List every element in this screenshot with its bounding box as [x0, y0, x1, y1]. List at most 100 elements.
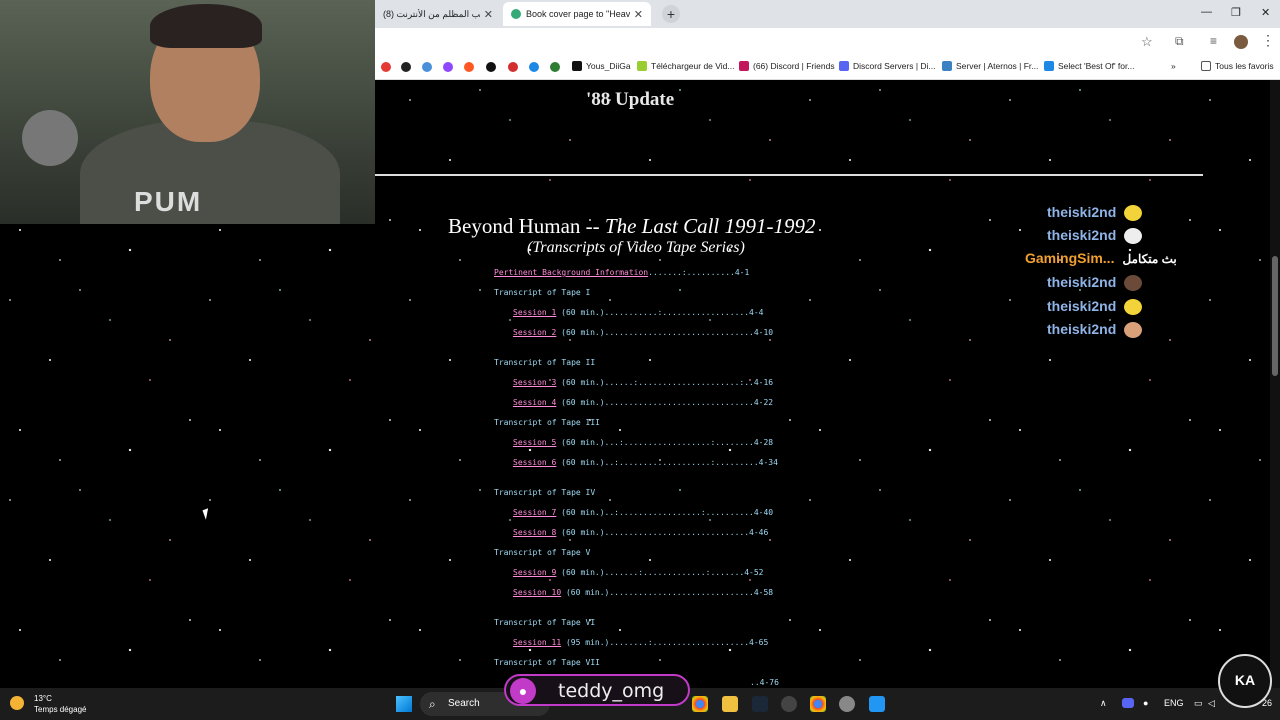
- bookmark-star-icon[interactable]: ☆: [1141, 34, 1153, 50]
- toc-link[interactable]: Session 2: [513, 328, 556, 337]
- network-icon[interactable]: ▭: [1194, 698, 1203, 709]
- bookmark-icon: [572, 61, 582, 71]
- chat-username: theiski2nd: [1047, 321, 1117, 337]
- toc-link[interactable]: Session 11: [513, 638, 561, 647]
- steam-icon[interactable]: [752, 696, 768, 712]
- streamer-hair: [150, 4, 262, 48]
- toc-entry: Session 3 (60 min.)......:..............…: [513, 378, 773, 387]
- toc-link[interactable]: Session 5: [513, 438, 556, 447]
- app-icon[interactable]: [869, 696, 885, 712]
- toc-entry: Session 2 (60 min.).....................…: [513, 328, 773, 337]
- chat-message: theiski2nd: [1047, 321, 1143, 339]
- emote-icon: [1124, 205, 1143, 222]
- toc-entry: Pertinent Background Information.......:…: [494, 268, 749, 277]
- scrollbar-thumb[interactable]: [1272, 256, 1278, 376]
- toc-page-ref: (60 min.)..............................4…: [556, 528, 769, 537]
- toc-link[interactable]: Session 10: [513, 588, 561, 597]
- minimize-button[interactable]: —: [1201, 6, 1212, 18]
- toc-page-ref: (60 min.)..:...................:........…: [556, 458, 778, 467]
- weather-status: Temps dégagé: [34, 705, 87, 714]
- search-icon: ⌕: [429, 697, 436, 711]
- chat-username: theiski2nd: [1047, 274, 1117, 290]
- close-icon[interactable]: ✕: [484, 8, 493, 21]
- toc-tape-heading: Transcript of Tape V: [494, 548, 591, 557]
- close-icon[interactable]: ✕: [634, 8, 643, 21]
- toc-entry: Session 5 (60 min.)...:.................…: [513, 438, 773, 447]
- bookmark-icon[interactable]: [529, 62, 539, 72]
- windows-start-icon[interactable]: [396, 696, 412, 712]
- toc-page-ref: (60 min.)...........:..................4…: [556, 308, 764, 317]
- toc-tape-heading: Transcript of Tape II: [494, 358, 596, 367]
- bookmark-discord-friends[interactable]: (66) Discord | Friends: [739, 61, 835, 71]
- chat-message: theiski2nd: [1047, 204, 1143, 222]
- toc-link[interactable]: Session 8: [513, 528, 556, 537]
- menu-icon[interactable]: ⋮: [1261, 32, 1275, 49]
- bookmark-yous-diiga[interactable]: Yous_DiiGa: [572, 61, 631, 71]
- settings-icon[interactable]: [839, 696, 855, 712]
- webcam-feed: PUM: [0, 0, 375, 224]
- chrome-icon[interactable]: [692, 696, 708, 712]
- tab-dark-internet[interactable]: (8) الجانب المظلم من الأنترنت ✕: [375, 2, 501, 26]
- temperature: 13°C: [34, 694, 52, 703]
- chat-message: theiski2nd: [1047, 227, 1143, 245]
- bookmark-icon[interactable]: [550, 62, 560, 72]
- bookmark-best-of[interactable]: Select 'Best Of' for...: [1044, 61, 1134, 71]
- language-indicator[interactable]: ENG: [1164, 698, 1184, 708]
- close-window-button[interactable]: ✕: [1261, 6, 1270, 19]
- toc-page-ref: (60 min.)...............................…: [556, 328, 774, 337]
- toc-link[interactable]: Session 4: [513, 398, 556, 407]
- toc-link[interactable]: Session 3: [513, 378, 556, 387]
- file-explorer-icon[interactable]: [722, 696, 738, 712]
- bookmark-icon[interactable]: [508, 62, 518, 72]
- bookmark-video-downloader[interactable]: Téléchargeur de Vid...: [637, 61, 734, 71]
- volume-icon[interactable]: ◁: [1208, 698, 1215, 709]
- bookmark-aternos[interactable]: Server | Aternos | Fr...: [942, 61, 1038, 71]
- bookmark-icon[interactable]: [464, 62, 474, 72]
- channel-logo: KA: [1218, 654, 1272, 708]
- overlay-username: teddy_omg: [558, 680, 665, 702]
- profile-avatar[interactable]: [1234, 35, 1248, 49]
- toc-page-ref: (60 min.)...:..................:........…: [556, 438, 774, 447]
- microphone-icon[interactable]: ●: [1143, 698, 1148, 708]
- bookmark-icon[interactable]: [486, 62, 496, 72]
- chat-text: بث متكامل: [1122, 252, 1177, 266]
- chevron-up-icon[interactable]: ∧: [1100, 698, 1107, 709]
- toc-link[interactable]: Session 6: [513, 458, 556, 467]
- media-control-icon[interactable]: ≡: [1210, 34, 1217, 48]
- toc-entry: Session 1 (60 min.)...........:.........…: [513, 308, 763, 317]
- all-bookmarks-folder[interactable]: Tous les favoris: [1201, 61, 1274, 71]
- bookmark-icon: [637, 61, 647, 71]
- new-tab-button[interactable]: +: [662, 5, 680, 23]
- snapchat-ghost-icon: ●: [510, 678, 536, 704]
- tab-heavens-gate[interactable]: Book cover page to "Heaven's Gate" ✕: [503, 2, 651, 26]
- toc-page-ref: (60 min.)......:.....................:..…: [556, 378, 774, 387]
- address-bar-row: ☆ ⧉ ≡ ⋮: [375, 28, 1280, 56]
- extensions-icon[interactable]: ⧉: [1175, 34, 1184, 49]
- horizontal-divider: [375, 174, 1203, 176]
- maximize-button[interactable]: ❐: [1231, 6, 1241, 19]
- microphone: [22, 110, 78, 166]
- toc-tape-heading: Transcript of Tape III: [494, 418, 600, 427]
- bookmark-icon[interactable]: [381, 62, 391, 72]
- toc-link[interactable]: Session 1: [513, 308, 556, 317]
- toc-tape-heading: Transcript of Tape VII: [494, 658, 600, 667]
- app-icon[interactable]: [781, 696, 797, 712]
- bookmark-icon[interactable]: [422, 62, 432, 72]
- discord-icon[interactable]: [1122, 698, 1134, 708]
- toc-page-ref: (60 min.)...............................…: [556, 398, 774, 407]
- emote-icon: [1124, 228, 1143, 245]
- twitch-icon[interactable]: [443, 62, 453, 72]
- page-scrollbar[interactable]: [1270, 80, 1280, 688]
- toc-entry: Session 9 (60 min.).......:.............…: [513, 568, 763, 577]
- toc-entry: ..4-76: [750, 678, 779, 687]
- bookmark-icon[interactable]: [401, 62, 411, 72]
- toc-entry: Session 10 (60 min.)....................…: [513, 588, 773, 597]
- toc-link[interactable]: Pertinent Background Information: [494, 268, 648, 277]
- toc-link[interactable]: Session 7: [513, 508, 556, 517]
- tab-label: (8) الجانب المظلم من الأنترنت: [383, 8, 480, 19]
- toc-tape-heading: Transcript of Tape IV: [494, 488, 596, 497]
- chrome-icon[interactable]: [810, 696, 826, 712]
- toc-link[interactable]: Session 9: [513, 568, 556, 577]
- bookmark-discord-servers[interactable]: Discord Servers | Di...: [839, 61, 936, 71]
- more-bookmarks-icon[interactable]: »: [1171, 61, 1176, 71]
